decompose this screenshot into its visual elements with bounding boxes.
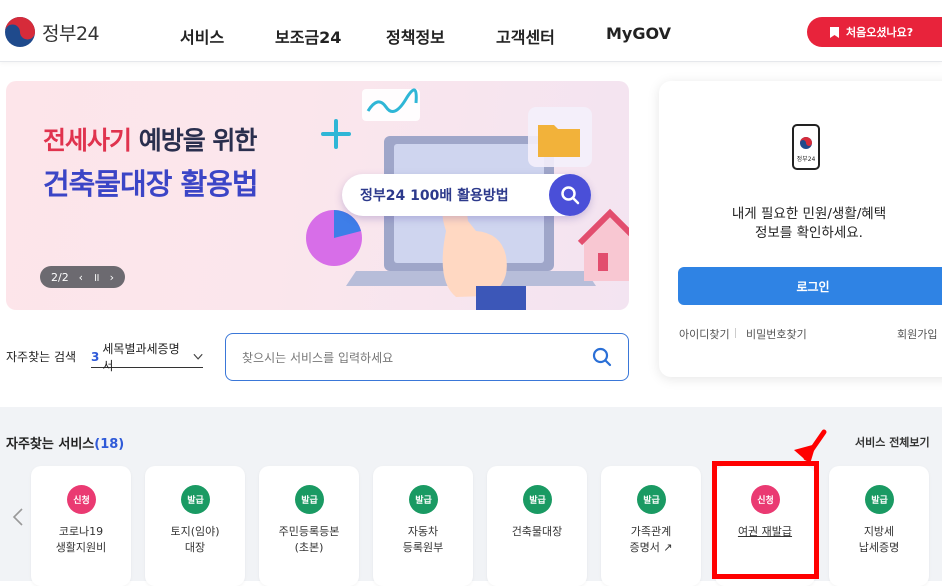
find-id-link[interactable]: 아이디찾기 [679, 326, 730, 342]
taegeuk-logo-icon [5, 17, 35, 47]
carousel-prev-icon[interactable] [12, 507, 24, 527]
search-placeholder: 찾으시는 서비스를 입력하세요 [242, 350, 394, 365]
mobile-phone-icon: 정부24 [792, 124, 820, 170]
view-all-services-link[interactable]: 서비스 전체보기 [855, 434, 930, 450]
badge-issue: 발급 [865, 485, 894, 514]
nav-mygov[interactable]: MyGOV [606, 24, 671, 43]
annotation-arrow-icon [794, 429, 827, 464]
banner-next-button[interactable]: › [110, 271, 114, 284]
promo-banner[interactable]: 전세사기 예방을 위한 건축물대장 활용법 정부24 100배 활용방법 2/2 [6, 81, 629, 310]
service-card-label: 주민등록등본 (초본) [278, 525, 340, 554]
logo-text: 정부24 [42, 22, 100, 45]
banner-search-pill: 정부24 100배 활용방법 [342, 174, 591, 216]
service-card-resident-registration[interactable]: 발급 주민등록등본 (초본) [259, 466, 359, 586]
frequent-services-count: (18) [94, 437, 125, 452]
login-button[interactable]: 로그인 [678, 267, 942, 305]
badge-apply: 신청 [67, 485, 96, 514]
frequent-search-value: 세목별과세증명서 [102, 341, 180, 373]
login-message-line-2: 정보를 확인하세요. [755, 225, 863, 241]
service-card-label: 지방세 납세증명 [858, 525, 900, 554]
banner-slide-controls: 2/2 ‹ ॥ › [40, 266, 125, 288]
find-password-link[interactable]: 비밀번호찾기 [746, 326, 807, 342]
service-card-building-register[interactable]: 발급 건축물대장 [487, 466, 587, 586]
service-card-local-tax-certificate[interactable]: 발급 지방세 납세증명 [829, 466, 929, 586]
service-card-passport-reissue[interactable]: 신청 여권 재발급 [715, 466, 815, 586]
nav-services[interactable]: 서비스 [180, 24, 224, 48]
banner-search-icon [549, 174, 591, 216]
service-search-input[interactable]: 찾으시는 서비스를 입력하세요 [225, 333, 629, 381]
link-divider [735, 328, 736, 338]
phone-icon-label: 정부24 [797, 156, 816, 163]
badge-issue: 발급 [295, 485, 324, 514]
service-card-covid-support[interactable]: 신청 코로나19 생활지원비 [31, 466, 131, 586]
search-icon[interactable] [592, 347, 612, 367]
logo[interactable]: 정부24 [4, 16, 100, 48]
nav-policy-info[interactable]: 정책정보 [386, 24, 445, 48]
frequent-search-label: 자주찾는 검색 [6, 350, 77, 364]
banner-pause-button[interactable]: ॥ [93, 270, 100, 285]
nav-customer-center[interactable]: 고객센터 [496, 24, 555, 48]
frequent-search-select[interactable]: 3 세목별과세증명서 [91, 342, 203, 373]
service-card-label: 가족관계 증명서 ↗ [629, 525, 673, 554]
chevron-down-icon [193, 353, 203, 360]
service-card-label: 코로나19 생활지원비 [55, 525, 107, 554]
banner-search-text: 정부24 100배 활용방법 [360, 188, 509, 204]
login-card: 정부24 내게 필요한 민원/생활/혜택 정보를 확인하세요. 로그인 아이디찾… [659, 81, 942, 377]
banner-prev-button[interactable]: ‹ [79, 271, 83, 284]
badge-issue: 발급 [637, 485, 666, 514]
header: 정부24 서비스 보조금24 정책정보 고객센터 MyGOV 처음오셨나요? [0, 0, 942, 62]
service-card-label: 자동차 등록원부 [402, 525, 444, 554]
badge-issue: 발급 [409, 485, 438, 514]
badge-issue: 발급 [523, 485, 552, 514]
service-card-label: 토지(임야) 대장 [170, 525, 220, 554]
service-card-label: 여권 재발급 [737, 525, 793, 538]
nav-subsidy24[interactable]: 보조금24 [275, 24, 341, 48]
first-visit-label: 처음오셨나요? [846, 26, 914, 39]
badge-issue: 발급 [181, 485, 210, 514]
first-visit-button[interactable]: 처음오셨나요? [807, 17, 942, 47]
login-message-line-1: 내게 필요한 민원/생활/혜택 [731, 206, 887, 222]
service-card-family-certificate[interactable]: 발급 가족관계 증명서 ↗ [601, 466, 701, 586]
signup-link[interactable]: 회원가입 [897, 326, 937, 342]
banner-slide-counter: 2/2 [50, 270, 69, 284]
service-card-vehicle-register[interactable]: 발급 자동차 등록원부 [373, 466, 473, 586]
service-card-land-register[interactable]: 발급 토지(임야) 대장 [145, 466, 245, 586]
frequent-search-rank: 3 [91, 349, 100, 364]
service-card-label: 건축물대장 [511, 525, 563, 538]
bookmark-icon [830, 26, 839, 38]
frequent-services-title-text: 자주찾는 서비스 [6, 437, 95, 452]
frequent-services-title: 자주찾는 서비스(18) [6, 433, 124, 452]
badge-apply: 신청 [751, 485, 780, 514]
